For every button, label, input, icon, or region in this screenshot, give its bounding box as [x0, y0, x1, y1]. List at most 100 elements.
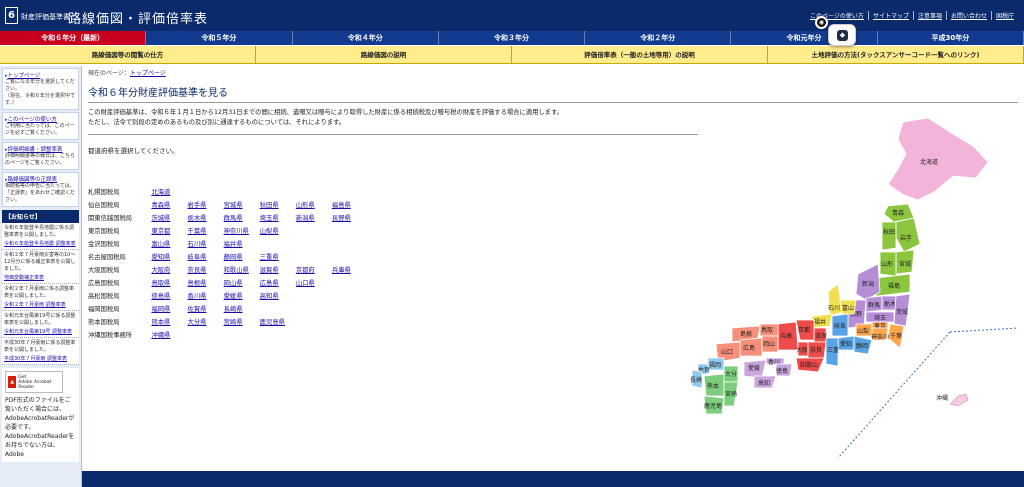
- prefecture-link[interactable]: 宮崎県: [224, 319, 243, 326]
- prefecture-link[interactable]: 茨城県: [151, 215, 170, 222]
- prefecture-link[interactable]: 青森県: [151, 202, 170, 209]
- prefecture-link[interactable]: 鳥取県: [151, 280, 170, 287]
- prefecture-link[interactable]: 北海道: [151, 189, 170, 196]
- news-link[interactable]: 地価変動補正率表: [4, 275, 44, 281]
- breadcrumb: 現在のページ：トップページ: [88, 68, 166, 77]
- tab-r2[interactable]: 令和２年分: [585, 31, 732, 45]
- prefecture-link[interactable]: 京都府: [296, 267, 315, 274]
- prefecture-link[interactable]: 福島県: [332, 202, 351, 209]
- prefecture-link[interactable]: 愛知県: [151, 254, 170, 261]
- bureau-name: 広島国税局: [88, 280, 120, 287]
- map-label-kyoto: 京都: [798, 326, 810, 334]
- prefecture-link[interactable]: 山梨県: [260, 228, 279, 235]
- prefecture-link[interactable]: 和歌山県: [224, 267, 249, 274]
- prefecture-link[interactable]: 埼玉県: [260, 215, 279, 222]
- site-header: 6 財産評価基準書 路線価図・評価倍率表 このページの使い方 サイトマップ 注意…: [0, 0, 1024, 31]
- prefecture-link[interactable]: 福井県: [224, 241, 243, 248]
- site-title[interactable]: 路線価図・評価倍率表: [68, 8, 208, 27]
- prefecture-link[interactable]: 山形県: [296, 202, 315, 209]
- prefecture-link[interactable]: 千葉県: [188, 228, 207, 235]
- prefecture-link[interactable]: 大阪府: [151, 267, 170, 274]
- prefecture-link[interactable]: 宮城県: [224, 202, 243, 209]
- contact-link[interactable]: お問い合わせ: [945, 11, 991, 20]
- news-link[interactable]: 令和元年台風第19号 調整率表: [4, 329, 72, 335]
- bureau-row: 高松国税局 徳島県 香川県 愛媛県 高知県: [88, 291, 368, 304]
- pref-cell: 香川県: [188, 291, 224, 304]
- pref-cell: 京都府: [296, 265, 332, 278]
- prefecture-link[interactable]: 秋田県: [260, 202, 279, 209]
- pref-cell: 三重県: [260, 252, 296, 265]
- prefecture-link[interactable]: 東京都: [151, 228, 170, 235]
- guide-tab-bairitsu[interactable]: 評価倍率表（一般の土地等用）の説明: [512, 46, 768, 64]
- prefecture-link[interactable]: 静岡県: [224, 254, 243, 261]
- sidebar-revision-desc: 評価明細書等の様式は、こちらのページをご覧ください。: [5, 153, 76, 166]
- map-label-kumamoto: 熊本: [707, 382, 719, 390]
- map-akita[interactable]: [881, 221, 897, 251]
- prefecture-link[interactable]: 大分県: [188, 319, 207, 326]
- guide-tabs: 路線価図等の閲覧の仕方 路線価図の説明 評価倍率表（一般の土地等用）の説明 土地…: [0, 46, 1024, 64]
- news-link[interactable]: 平成30年７月豪雨 調整率表: [4, 356, 67, 362]
- prefecture-link[interactable]: 富山県: [151, 241, 170, 248]
- breadcrumb-top-link[interactable]: トップページ: [130, 70, 166, 77]
- nta-link[interactable]: 国税庁: [990, 11, 1018, 20]
- prefecture-link[interactable]: 徳島県: [151, 293, 170, 300]
- map-label-miyagi: 宮城: [899, 260, 911, 268]
- prefecture-link[interactable]: 奈良県: [188, 267, 207, 274]
- news-item: 平成30年７月豪雨に係る調整率表を公開しました。 平成30年７月豪雨 調整率表: [2, 338, 79, 365]
- prefecture-link[interactable]: 熊本県: [151, 319, 170, 326]
- prefecture-link[interactable]: 長崎県: [224, 306, 243, 313]
- guide-tab-rosenka[interactable]: 路線価図の説明: [256, 46, 512, 64]
- tab-r3[interactable]: 令和３年分: [438, 31, 586, 45]
- news-link[interactable]: 令和２年７月豪雨 調整率表: [4, 302, 66, 308]
- prefecture-link[interactable]: 群馬県: [224, 215, 243, 222]
- prefecture-link[interactable]: 香川県: [188, 293, 207, 300]
- prefecture-link[interactable]: 三重県: [260, 254, 279, 261]
- news-text: 平成30年７月豪雨に係る調整率表を公開しました。: [4, 340, 76, 353]
- prefecture-link[interactable]: 島根県: [188, 280, 207, 287]
- fab-badge-icon[interactable]: ◉: [815, 16, 828, 29]
- prefecture-link[interactable]: 岩手県: [188, 202, 207, 209]
- bureau-name: 高松国税局: [88, 293, 120, 300]
- prefecture-link[interactable]: 鹿児島県: [260, 319, 285, 326]
- map-label-okinawa: 沖縄: [936, 394, 948, 402]
- guide-tab-viewing[interactable]: 路線価図等の閲覧の仕方: [0, 46, 256, 64]
- prefecture-link[interactable]: 福岡県: [151, 306, 170, 313]
- map-label-yamanashi: 山梨: [857, 327, 869, 335]
- prefecture-link[interactable]: 長野県: [332, 215, 351, 222]
- prefecture-link[interactable]: 石川県: [188, 241, 207, 248]
- prefecture-link[interactable]: 沖縄県: [151, 332, 170, 339]
- bureau-name: 札幌国税局: [88, 189, 120, 196]
- prefecture-link[interactable]: 高知県: [260, 293, 279, 300]
- bureau-row: 仙台国税局 青森県 岩手県 宮城県 秋田県 山形県 福島県: [88, 200, 368, 213]
- prefecture-link[interactable]: 新潟県: [296, 215, 315, 222]
- prefecture-link[interactable]: 佐賀県: [188, 306, 207, 313]
- prefecture-link[interactable]: 滋賀県: [260, 267, 279, 274]
- bureau-name: 沖縄国税事務所: [88, 332, 133, 339]
- map-label-shiga: 滋賀: [815, 332, 827, 340]
- tab-h30[interactable]: 平成30年分: [877, 31, 1024, 45]
- prefecture-link[interactable]: 山口県: [296, 280, 315, 287]
- pref-cell: 宮城県: [224, 200, 260, 213]
- prefecture-link[interactable]: 広島県: [260, 280, 279, 287]
- prefecture-link[interactable]: 岐阜県: [188, 254, 207, 261]
- news-item: 令和２年７月豪雨災害等の10～12月分に係る補正率表を公開しました。 地価変動補…: [2, 250, 79, 284]
- pref-cell: 福井県: [224, 239, 260, 252]
- tab-r5[interactable]: 令和５年分: [146, 31, 293, 45]
- prefecture-link[interactable]: 栃木県: [188, 215, 207, 222]
- prefecture-link[interactable]: 愛媛県: [224, 293, 243, 300]
- prefecture-link[interactable]: 兵庫県: [332, 267, 351, 274]
- pref-cell: 静岡県: [224, 252, 260, 265]
- prefecture-link[interactable]: 神奈川県: [224, 228, 249, 235]
- sitemap-link[interactable]: サイトマップ: [867, 11, 913, 20]
- chat-widget-button[interactable]: ◆: [828, 24, 856, 46]
- pref-cell: 岐阜県: [188, 252, 224, 265]
- tab-r4[interactable]: 令和４年分: [292, 31, 439, 45]
- tab-r6[interactable]: 令和６年分（最新）: [0, 31, 147, 45]
- news-link[interactable]: 令和６年能登半島地震 調整率表: [4, 241, 76, 247]
- guide-tab-method[interactable]: 土地評価の方法(タックスアンサーコード一覧へのリンク): [768, 46, 1024, 64]
- map-label-ibaraki: 茨城: [896, 308, 908, 316]
- notes-link[interactable]: 注意事項: [912, 11, 946, 20]
- map-okinawa[interactable]: [949, 393, 969, 407]
- acrobat-badge[interactable]: ▲ Get Adobe Acrobat Reader: [5, 371, 63, 393]
- prefecture-link[interactable]: 岡山県: [224, 280, 243, 287]
